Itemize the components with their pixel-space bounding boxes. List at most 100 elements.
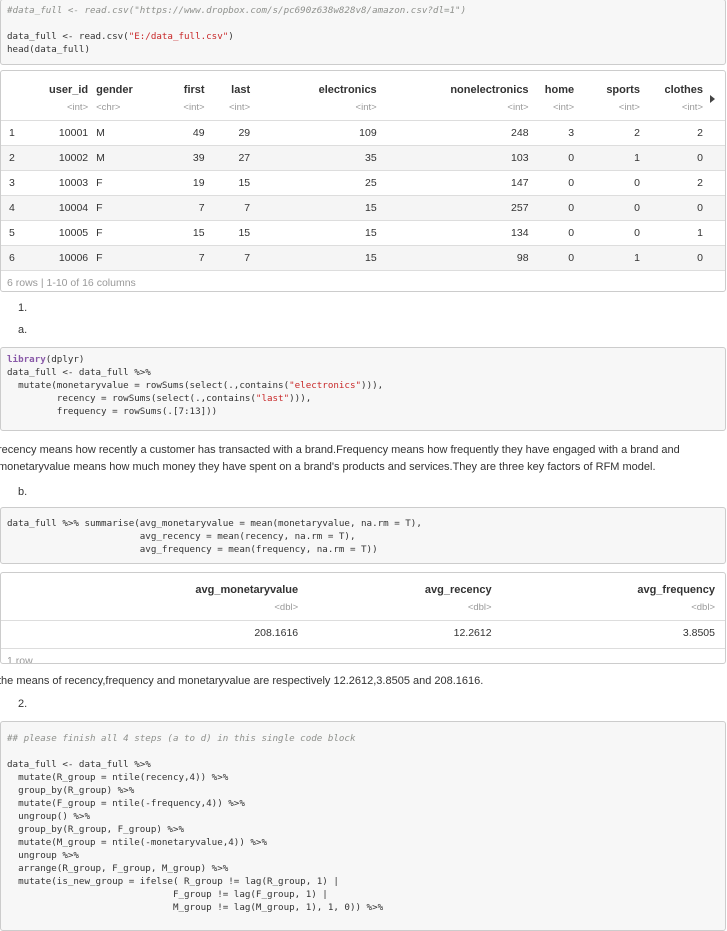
cell-last: 7 bbox=[208, 195, 255, 221]
cell-last: 29 bbox=[208, 120, 255, 146]
col-type: <int> bbox=[552, 101, 575, 113]
table-row: 6 10006 F 7 7 15 98 0 1 0 bbox=[1, 245, 725, 270]
cell-clothes: 2 bbox=[643, 120, 725, 146]
cell-clothes: 0 bbox=[643, 245, 725, 270]
code-line: mutate(is_new_group = ifelse( R_group !=… bbox=[7, 876, 339, 887]
code-line: data_full <- read.csv("E:/data_full.csv"… bbox=[7, 31, 234, 42]
code-line: ungroup() %>% bbox=[7, 811, 90, 822]
cell-user-id: 10005 bbox=[41, 220, 93, 246]
list-item-1a: a. bbox=[18, 324, 28, 336]
cell-electronics: 15 bbox=[254, 195, 381, 221]
cell-row-index: 4 bbox=[1, 195, 42, 221]
col-type: <int> bbox=[66, 101, 89, 113]
code-line: frequency = rowSums(.[7:13])) bbox=[7, 406, 218, 417]
cell-gender: F bbox=[92, 220, 138, 246]
table-row: 1 10001 M 49 29 109 248 3 2 2 bbox=[1, 120, 725, 146]
col-header-nonelectronics[interactable]: nonelectronics bbox=[381, 71, 533, 101]
cell-nonelectronics: 248 bbox=[380, 120, 533, 146]
col-type bbox=[1, 101, 42, 113]
cell-home: 0 bbox=[532, 220, 579, 246]
data-table: user_id gender first last electronics no… bbox=[1, 71, 725, 270]
cell-gender: F bbox=[92, 170, 138, 196]
cell-first: 7 bbox=[137, 245, 209, 270]
code-line: ungroup %>% bbox=[7, 850, 79, 861]
col-header-user-id[interactable]: user_id bbox=[42, 71, 93, 101]
summary-table: avg_monetaryvalue avg_recency avg_freque… bbox=[1, 573, 725, 645]
cell-user-id: 10003 bbox=[41, 170, 93, 196]
code-line: library(dplyr) bbox=[7, 354, 85, 365]
list-item-1b: b. bbox=[18, 486, 28, 498]
table-footer: 6 rows | 1-10 of 16 columns bbox=[1, 270, 725, 291]
code-chunk-rfm-groups: ## please finish all 4 steps (a to d) in… bbox=[0, 721, 726, 931]
cell-gender: F bbox=[92, 245, 138, 270]
code-line: group_by(R_group) %>% bbox=[7, 785, 135, 796]
col-type: <int> bbox=[228, 101, 251, 113]
cell-user-id: 10001 bbox=[41, 120, 93, 146]
code-line: data_full %>% summarise(avg_monetaryvalu… bbox=[7, 518, 422, 529]
code-comment: #data_full <- read.csv("https://www.drop… bbox=[7, 5, 467, 16]
cell-avg-monetaryvalue: 208.1616 bbox=[1, 620, 303, 645]
table-footer: 1 row bbox=[1, 648, 725, 663]
table-row: 2 10002 M 39 27 35 103 0 1 0 bbox=[1, 145, 725, 171]
code-line: mutate(R_group = ntile(recency,4)) %>% bbox=[7, 772, 229, 783]
col-type: <chr> bbox=[96, 101, 121, 113]
code-line: arrange(R_group, F_group, M_group) %>% bbox=[7, 863, 229, 874]
code-line: data_full <- data_full %>% bbox=[7, 759, 151, 770]
cell-clothes: 1 bbox=[643, 220, 725, 246]
cell-electronics: 15 bbox=[254, 220, 381, 246]
cell-user-id: 10002 bbox=[41, 145, 93, 171]
cell-user-id: 10006 bbox=[41, 245, 93, 270]
col-header-last[interactable]: last bbox=[209, 71, 255, 101]
list-item-2: 2. bbox=[18, 698, 28, 710]
cell-clothes: 0 bbox=[643, 195, 725, 221]
col-header-avg-frequency[interactable]: avg_frequency bbox=[496, 573, 725, 601]
code-chunk-mutate-rfm: library(dplyr) data_full <- data_full %>… bbox=[0, 347, 726, 431]
cell-gender: M bbox=[92, 145, 138, 171]
code-line: mutate(F_group = ntile(-frequency,4)) %>… bbox=[7, 798, 245, 809]
cell-first: 39 bbox=[137, 145, 209, 171]
col-header-avg-monetaryvalue[interactable]: avg_monetaryvalue bbox=[1, 573, 302, 601]
cell-row-index: 6 bbox=[1, 245, 42, 270]
col-header-electronics[interactable]: electronics bbox=[254, 71, 381, 101]
code-line: group_by(R_group, F_group) %>% bbox=[7, 824, 185, 835]
cell-clothes: 0 bbox=[643, 145, 725, 171]
table-row: 4 10004 F 7 7 15 257 0 0 0 bbox=[1, 195, 725, 221]
cell-sports: 1 bbox=[578, 145, 644, 171]
cell-avg-frequency: 3.8505 bbox=[495, 620, 725, 645]
cell-row-index: 3 bbox=[1, 170, 42, 196]
cell-user-id: 10004 bbox=[41, 195, 93, 221]
code-line: avg_recency = mean(recency, na.rm = T), bbox=[7, 531, 356, 542]
col-header-sports[interactable]: sports bbox=[578, 71, 644, 101]
cell-nonelectronics: 134 bbox=[380, 220, 533, 246]
head-output-table: user_id gender first last electronics no… bbox=[0, 70, 726, 292]
col-header-avg-recency[interactable]: avg_recency bbox=[302, 573, 495, 601]
means-summary-text: the means of recency,frequency and monet… bbox=[0, 675, 484, 687]
col-type: <int> bbox=[183, 101, 205, 113]
cell-sports: 0 bbox=[578, 170, 644, 196]
col-header-home[interactable]: home bbox=[533, 71, 579, 101]
next-columns-arrow-icon[interactable] bbox=[710, 95, 715, 103]
cell-home: 0 bbox=[532, 145, 579, 171]
col-type: <dbl> bbox=[691, 601, 715, 613]
list-item-1: 1. bbox=[18, 302, 28, 314]
col-header-first[interactable]: first bbox=[138, 71, 209, 101]
cell-nonelectronics: 257 bbox=[380, 195, 533, 221]
table-row: 5 10005 F 15 15 15 134 0 0 1 bbox=[1, 220, 725, 246]
col-header-index bbox=[1, 71, 42, 101]
cell-last: 7 bbox=[208, 245, 255, 270]
table-row: 3 10003 F 19 15 25 147 0 0 2 bbox=[1, 170, 725, 196]
cell-avg-recency: 12.2612 bbox=[302, 620, 496, 645]
cell-home: 0 bbox=[532, 195, 579, 221]
code-line: mutate(monetaryvalue = rowSums(select(.,… bbox=[7, 380, 384, 391]
code-comment: ## please finish all 4 steps (a to d) in… bbox=[7, 733, 356, 744]
code-line: data_full <- data_full %>% bbox=[7, 367, 151, 378]
code-line: M_group != lag(M_group, 1), 1, 0)) %>% bbox=[7, 902, 384, 913]
cell-electronics: 109 bbox=[254, 120, 381, 146]
cell-sports: 1 bbox=[578, 245, 644, 270]
col-header-gender[interactable]: gender bbox=[92, 71, 138, 101]
cell-first: 49 bbox=[137, 120, 209, 146]
cell-gender: M bbox=[92, 120, 138, 146]
cell-sports: 0 bbox=[578, 195, 644, 221]
cell-last: 27 bbox=[208, 145, 255, 171]
cell-first: 15 bbox=[137, 220, 209, 246]
